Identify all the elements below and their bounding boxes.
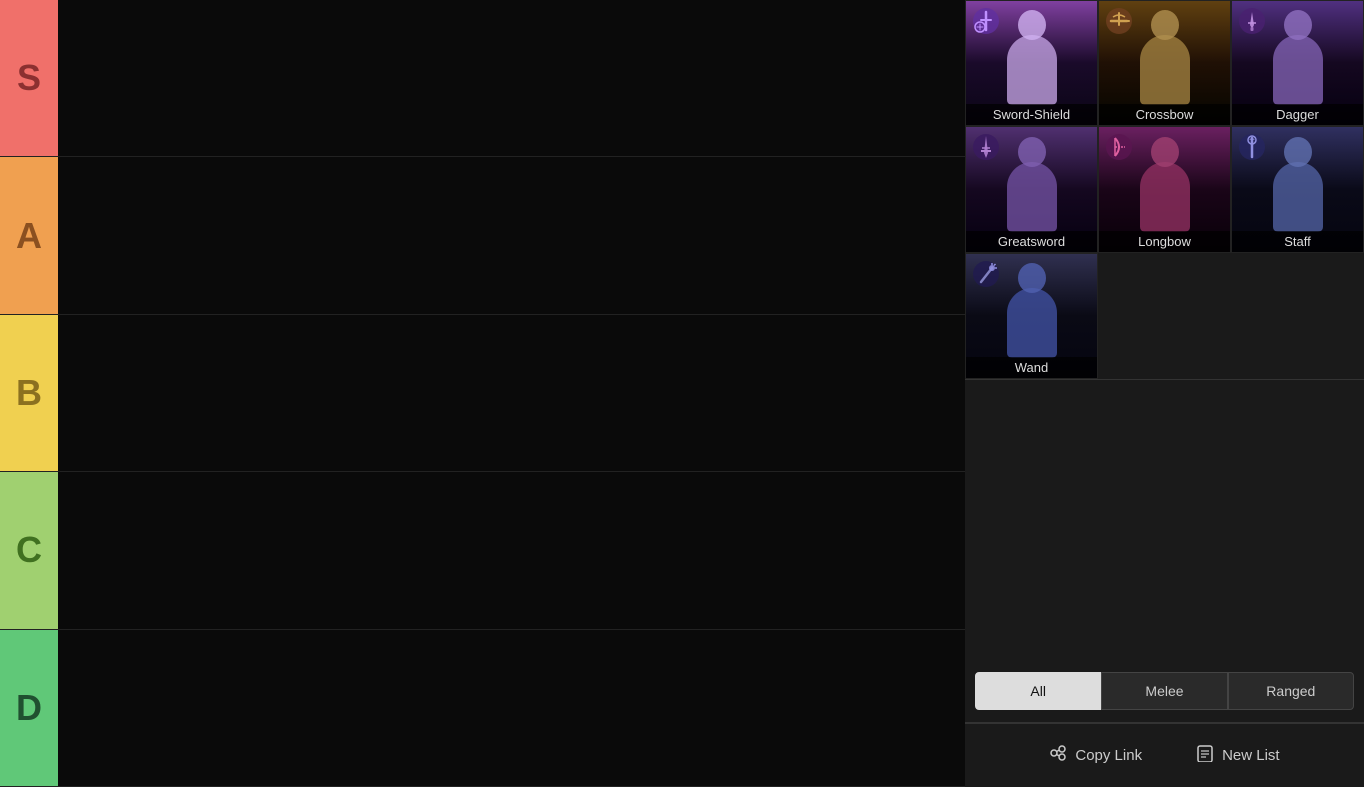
sidebar-spacer	[965, 380, 1364, 660]
action-bar: Copy Link New List	[965, 723, 1364, 787]
weapon-name-dagger: Dagger	[1232, 104, 1363, 125]
weapon-card-dagger[interactable]: Dagger	[1231, 0, 1364, 126]
weapon-name-wand: Wand	[966, 357, 1097, 378]
weapon-card-crossbow[interactable]: Crossbow	[1098, 0, 1231, 126]
weapon-name-staff: Staff	[1232, 231, 1363, 252]
sidebar: Sword-Shield Crossbow	[965, 0, 1364, 787]
dagger-icon	[1238, 7, 1266, 35]
tier-label-d: D	[0, 630, 58, 786]
weapon-card-staff[interactable]: Staff	[1231, 126, 1364, 252]
new-list-label: New List	[1222, 747, 1280, 764]
weapon-card-greatsword[interactable]: Greatsword	[965, 126, 1098, 252]
filter-ranged-button[interactable]: Ranged	[1228, 672, 1354, 710]
longbow-icon	[1105, 133, 1133, 161]
weapon-name-crossbow: Crossbow	[1099, 104, 1230, 125]
greatsword-icon	[972, 133, 1000, 161]
tier-label-b: B	[0, 315, 58, 471]
tier-content-d[interactable]	[58, 630, 965, 786]
sword-shield-icon	[972, 7, 1000, 35]
tier-content-b[interactable]	[58, 315, 965, 471]
filter-all-button[interactable]: All	[975, 672, 1101, 710]
copy-link-button[interactable]: Copy Link	[1037, 738, 1154, 773]
filter-melee-button[interactable]: Melee	[1101, 672, 1227, 710]
weapon-name-sword-shield: Sword-Shield	[966, 104, 1097, 125]
tier-list: S A B C D	[0, 0, 965, 787]
tier-row-c: C	[0, 472, 965, 629]
tier-label-c: C	[0, 472, 58, 628]
weapon-name-greatsword: Greatsword	[966, 231, 1097, 252]
tier-row-b: B	[0, 315, 965, 472]
weapon-card-longbow[interactable]: Longbow	[1098, 126, 1231, 252]
copy-link-icon	[1049, 744, 1067, 767]
weapons-grid: Sword-Shield Crossbow	[965, 0, 1364, 380]
weapon-name-longbow: Longbow	[1099, 231, 1230, 252]
crossbow-icon	[1105, 7, 1133, 35]
tier-content-s[interactable]	[58, 0, 965, 156]
tier-label-s: S	[0, 0, 58, 156]
tier-row-s: S	[0, 0, 965, 157]
tier-row-a: A	[0, 157, 965, 314]
filter-bar: All Melee Ranged	[965, 660, 1364, 723]
tier-row-d: D	[0, 630, 965, 787]
weapon-card-wand[interactable]: Wand	[965, 253, 1098, 379]
copy-link-label: Copy Link	[1075, 747, 1142, 764]
tier-content-a[interactable]	[58, 157, 965, 313]
wand-icon	[972, 260, 1000, 288]
weapon-card-sword-shield[interactable]: Sword-Shield	[965, 0, 1098, 126]
tier-label-a: A	[0, 157, 58, 313]
new-list-button[interactable]: New List	[1184, 738, 1292, 773]
staff-icon	[1238, 133, 1266, 161]
tier-content-c[interactable]	[58, 472, 965, 628]
new-list-icon	[1196, 744, 1214, 767]
